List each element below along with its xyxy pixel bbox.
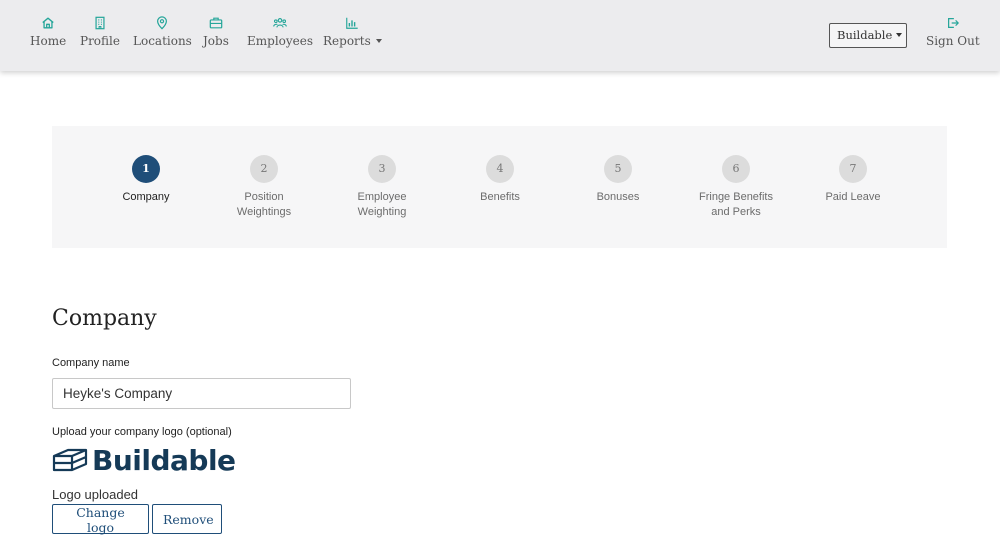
chevron-down-icon <box>375 38 382 43</box>
briefcase-icon <box>209 16 223 30</box>
nav-employees[interactable]: Employees <box>247 16 313 48</box>
step-number: 1 <box>132 155 160 183</box>
building-icon <box>93 16 107 30</box>
company-selector-dropdown[interactable]: Buildable <box>829 23 907 48</box>
step-company[interactable]: 1 Company <box>91 155 201 205</box>
bar-chart-icon <box>345 16 359 30</box>
nav-locations[interactable]: Locations <box>133 16 192 48</box>
nav-locations-label: Locations <box>133 34 192 48</box>
sign-out-icon <box>946 16 960 30</box>
nav-home-label: Home <box>30 34 67 48</box>
top-navbar: Home Profile Locations Jobs Employees Re… <box>0 0 1000 71</box>
users-icon <box>273 16 287 30</box>
step-label: Position Weightings <box>236 191 292 218</box>
step-label: Bonuses <box>596 191 640 203</box>
step-label: Paid Leave <box>825 191 881 203</box>
company-logo: Buildable <box>52 443 236 477</box>
nav-sign-out-label: Sign Out <box>926 34 980 48</box>
logo-upload-label: Upload your company logo (optional) <box>52 426 232 438</box>
buildable-logo-icon <box>52 448 88 472</box>
nav-home[interactable]: Home <box>30 16 66 48</box>
step-number: 3 <box>368 155 396 183</box>
step-label: Company <box>122 191 170 203</box>
step-number: 4 <box>486 155 514 183</box>
step-benefits[interactable]: 4 Benefits <box>445 155 555 205</box>
chevron-down-icon <box>896 33 903 37</box>
nav-jobs[interactable]: Jobs <box>203 16 229 48</box>
nav-jobs-label: Jobs <box>203 34 229 48</box>
step-number: 7 <box>839 155 867 183</box>
nav-profile-label: Profile <box>80 34 120 48</box>
change-logo-button[interactable]: Change logo <box>52 504 149 535</box>
step-position-weightings[interactable]: 2 Position Weightings <box>209 155 319 220</box>
step-fringe-benefits[interactable]: 6 Fringe Benefits and Perks <box>681 155 791 220</box>
nav-reports[interactable]: Reports <box>323 16 382 48</box>
step-label: Benefits <box>480 191 520 203</box>
remove-logo-button[interactable]: Remove <box>152 504 222 534</box>
home-icon <box>41 16 55 30</box>
step-paid-leave[interactable]: 7 Paid Leave <box>798 155 908 205</box>
step-label: Employee Weighting <box>357 191 407 218</box>
company-name-input[interactable] <box>52 378 351 409</box>
step-label: Fringe Benefits and Perks <box>699 191 773 218</box>
nav-profile[interactable]: Profile <box>80 16 120 48</box>
step-number: 5 <box>604 155 632 183</box>
logo-wordmark: Buildable <box>92 443 236 477</box>
step-bonuses[interactable]: 5 Bonuses <box>563 155 673 205</box>
company-selector-label: Buildable <box>837 28 893 42</box>
nav-reports-label: Reports <box>323 34 371 48</box>
step-number: 2 <box>250 155 278 183</box>
page-title: Company <box>52 306 157 331</box>
company-name-label: Company name <box>52 357 130 369</box>
step-number: 6 <box>722 155 750 183</box>
map-pin-icon <box>155 16 169 30</box>
progress-stepper: 1 Company 2 Position Weightings 3 Employ… <box>52 126 947 248</box>
nav-employees-label: Employees <box>247 34 314 48</box>
logo-status-text: Logo uploaded <box>52 487 139 502</box>
step-employee-weighting[interactable]: 3 Employee Weighting <box>327 155 437 220</box>
nav-sign-out[interactable]: Sign Out <box>926 16 980 48</box>
